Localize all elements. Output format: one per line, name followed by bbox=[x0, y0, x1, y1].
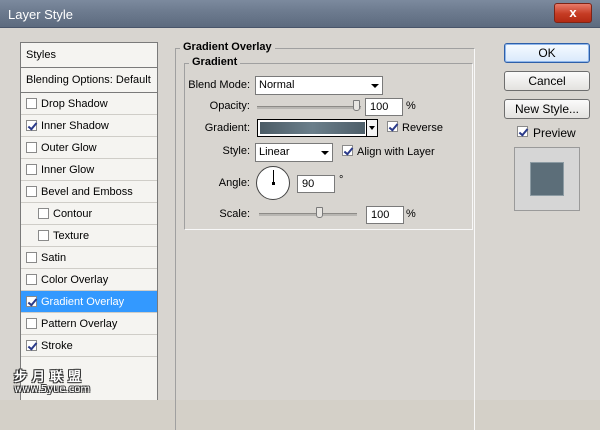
style-item-pattern-overlay[interactable]: Pattern Overlay bbox=[21, 313, 157, 335]
chevron-down-icon bbox=[321, 151, 329, 155]
scale-slider-thumb[interactable] bbox=[316, 207, 323, 218]
style-item-label: Pattern Overlay bbox=[41, 318, 118, 330]
opacity-input[interactable]: 100 bbox=[365, 98, 403, 116]
texture-checkbox[interactable] bbox=[38, 230, 49, 241]
style-item-gradient-overlay[interactable]: Gradient Overlay bbox=[21, 291, 157, 313]
style-item-label: Stroke bbox=[41, 340, 73, 352]
style-item-bevel-emboss[interactable]: Bevel and Emboss bbox=[21, 181, 157, 203]
chevron-down-icon bbox=[371, 84, 379, 88]
opacity-slider-thumb[interactable] bbox=[353, 100, 360, 111]
opacity-slider-track[interactable] bbox=[257, 106, 361, 109]
reverse-label: Reverse bbox=[402, 122, 443, 134]
scale-slider-track[interactable] bbox=[259, 213, 357, 216]
watermark-text: 步月联盟 bbox=[14, 370, 87, 385]
style-item-drop-shadow[interactable]: Drop Shadow bbox=[21, 93, 157, 115]
reverse-checkbox[interactable] bbox=[387, 121, 398, 132]
style-item-stroke[interactable]: Stroke bbox=[21, 335, 157, 357]
style-label: Style: bbox=[222, 145, 250, 157]
style-item-label: Inner Shadow bbox=[41, 120, 109, 132]
angle-dial[interactable] bbox=[256, 166, 290, 200]
stroke-checkbox[interactable] bbox=[26, 340, 37, 351]
gradient-preview bbox=[260, 122, 365, 134]
angle-center-dot bbox=[272, 182, 275, 185]
style-item-color-overlay[interactable]: Color Overlay bbox=[21, 269, 157, 291]
inner-shadow-checkbox[interactable] bbox=[26, 120, 37, 131]
watermark-url: www.5yue.com bbox=[14, 384, 91, 395]
preview-swatch bbox=[530, 162, 564, 196]
align-with-layer-label: Align with Layer bbox=[357, 146, 435, 158]
style-item-label: Drop Shadow bbox=[41, 98, 108, 110]
style-item-label: Bevel and Emboss bbox=[41, 186, 133, 198]
cancel-button[interactable]: Cancel bbox=[504, 71, 590, 91]
color-overlay-checkbox[interactable] bbox=[26, 274, 37, 285]
style-item-label: Texture bbox=[53, 230, 90, 242]
title-bar: Layer Style x bbox=[0, 0, 600, 28]
blend-mode-value: Normal bbox=[259, 79, 295, 91]
style-item-label: Satin bbox=[41, 252, 67, 264]
window-title: Layer Style bbox=[8, 7, 74, 22]
outer-glow-checkbox[interactable] bbox=[26, 142, 37, 153]
style-item-label: Color Overlay bbox=[41, 274, 109, 286]
drop-shadow-checkbox[interactable] bbox=[26, 98, 37, 109]
style-item-outer-glow[interactable]: Outer Glow bbox=[21, 137, 157, 159]
style-item-texture[interactable]: Texture bbox=[21, 225, 157, 247]
group-title: Gradient Overlay bbox=[180, 41, 275, 53]
close-button[interactable]: x bbox=[554, 3, 592, 23]
style-select[interactable]: Linear bbox=[255, 143, 333, 162]
style-item-label: Outer Glow bbox=[41, 142, 97, 154]
angle-label: Angle: bbox=[218, 177, 250, 189]
inner-glow-checkbox[interactable] bbox=[26, 164, 37, 175]
gradient-dropdown-icon[interactable] bbox=[366, 120, 377, 136]
scale-label: Scale: bbox=[219, 208, 250, 220]
style-item-label: Inner Glow bbox=[41, 164, 95, 176]
style-item-inner-glow[interactable]: Inner Glow bbox=[21, 159, 157, 181]
contour-checkbox[interactable] bbox=[38, 208, 49, 219]
blending-options-item[interactable]: Blending Options: Default bbox=[21, 68, 157, 93]
new-style-button[interactable]: New Style... bbox=[504, 99, 590, 119]
angle-unit: ° bbox=[339, 174, 344, 186]
gradient-picker[interactable] bbox=[257, 119, 378, 137]
opacity-label: Opacity: bbox=[209, 100, 250, 112]
gradient-label: Gradient: bbox=[204, 122, 250, 134]
scale-unit: % bbox=[406, 208, 416, 220]
scale-input[interactable]: 100 bbox=[366, 206, 404, 224]
opacity-unit: % bbox=[406, 100, 416, 112]
subgroup-title: Gradient bbox=[189, 56, 241, 68]
style-item-inner-shadow[interactable]: Inner Shadow bbox=[21, 115, 157, 137]
preview-checkbox[interactable] bbox=[517, 126, 528, 137]
dialog-body: Styles Blending Options: Default Drop Sh… bbox=[0, 28, 600, 430]
align-with-layer-checkbox[interactable] bbox=[342, 145, 353, 156]
ok-button[interactable]: OK bbox=[504, 43, 590, 63]
style-item-label: Contour bbox=[53, 208, 93, 220]
styles-list: Styles Blending Options: Default Drop Sh… bbox=[20, 42, 158, 400]
style-value: Linear bbox=[259, 146, 290, 158]
pattern-overlay-checkbox[interactable] bbox=[26, 318, 37, 329]
blend-mode-label: Blend Mode: bbox=[188, 79, 250, 91]
preview-thumbnail bbox=[514, 147, 580, 211]
styles-list-header[interactable]: Styles bbox=[21, 43, 157, 68]
style-item-label: Gradient Overlay bbox=[41, 296, 125, 308]
style-item-satin[interactable]: Satin bbox=[21, 247, 157, 269]
watermark: 步月联盟 www.5yue.com bbox=[14, 366, 90, 395]
blend-mode-select[interactable]: Normal bbox=[255, 76, 383, 95]
style-item-contour[interactable]: Contour bbox=[21, 203, 157, 225]
satin-checkbox[interactable] bbox=[26, 252, 37, 263]
preview-label: Preview bbox=[533, 126, 576, 140]
bevel-emboss-checkbox[interactable] bbox=[26, 186, 37, 197]
gradient-overlay-checkbox[interactable] bbox=[26, 296, 37, 307]
angle-input[interactable]: 90 bbox=[297, 175, 335, 193]
